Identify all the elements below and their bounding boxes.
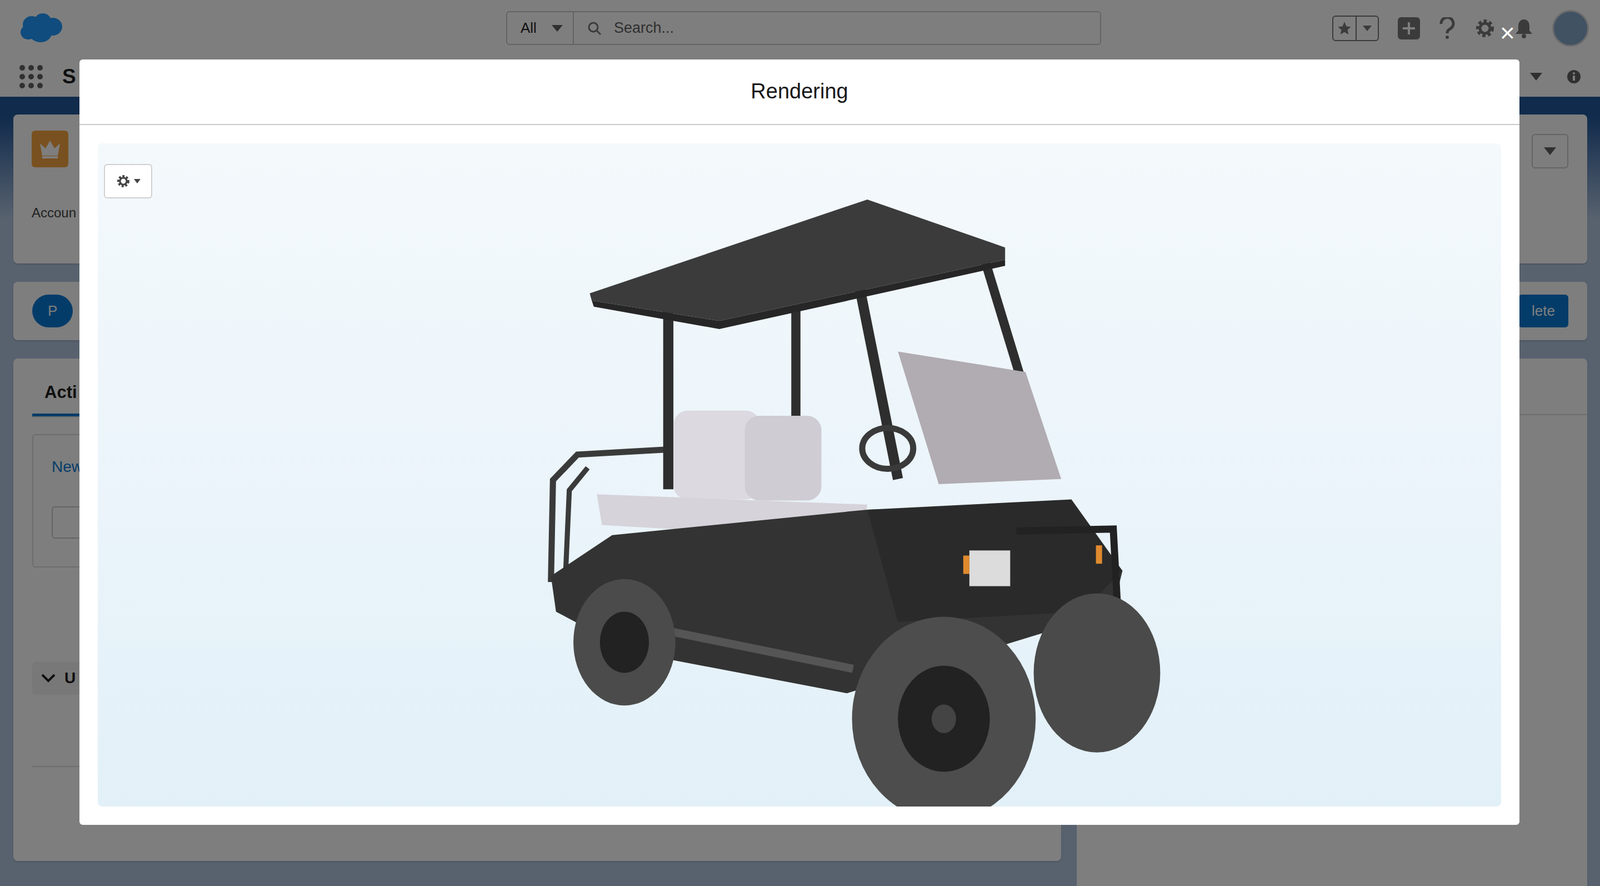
rendering-modal: Rendering xyxy=(79,59,1520,825)
3d-viewer[interactable] xyxy=(97,143,1502,807)
viewer-settings-button[interactable] xyxy=(103,163,153,199)
golf-cart-render-icon xyxy=(97,143,1502,807)
caret-down-icon xyxy=(133,178,141,184)
gear-icon xyxy=(116,173,131,189)
modal-title: Rendering xyxy=(750,78,848,105)
close-button[interactable]: × xyxy=(1500,20,1515,46)
